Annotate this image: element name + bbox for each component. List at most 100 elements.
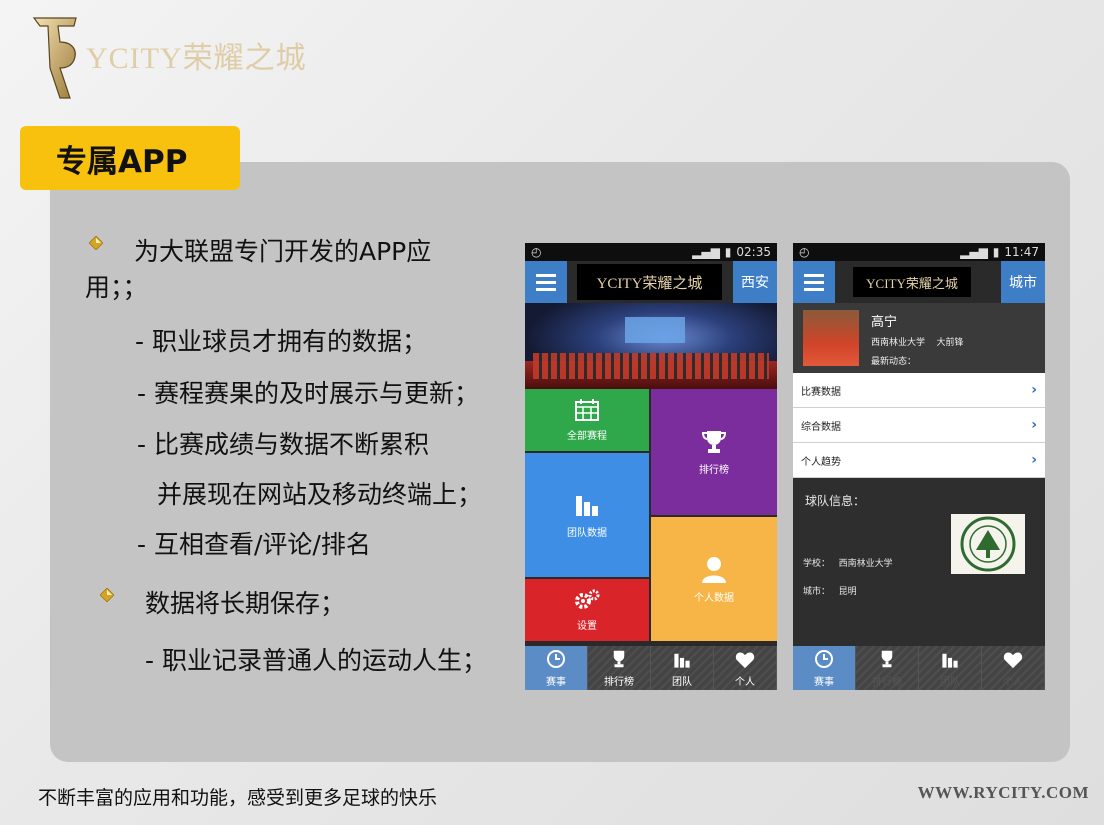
phone-screenshot-home: ◴ ▂▄▆ ▮ 02:35 YCITY荣耀之城 西安 全部赛程 排行榜 团队数据 个… — [525, 243, 777, 690]
app-header: YCITY荣耀之城 西安 — [525, 261, 777, 303]
header-logo: YCITY荣耀之城 — [577, 264, 722, 300]
tile-label: 团队数据 — [567, 527, 607, 539]
clock-time: 02:35 — [736, 245, 771, 259]
header-logo: YCITY荣耀之城 — [853, 267, 971, 297]
team-info-label: 球队信息： — [805, 494, 866, 508]
bar-chart-icon — [576, 495, 598, 516]
app-status-icon: ◴ — [799, 245, 810, 259]
tab-label: 团队 — [940, 677, 960, 688]
tab-ranking[interactable]: 排行榜 — [856, 646, 919, 690]
diamond-bullet-icon — [100, 588, 114, 602]
trophy-icon — [613, 650, 625, 668]
tab-personal[interactable]: 个人 — [714, 646, 777, 690]
tab-matches[interactable]: 赛事 — [525, 646, 588, 690]
tile-grid: 全部赛程 排行榜 团队数据 个人数据 设置 — [525, 389, 777, 646]
menu-button[interactable] — [525, 261, 567, 303]
status-bar: ◴ ▂▄▆ ▮ 02:35 — [525, 243, 777, 261]
bullet2: 数据将长期保存； — [145, 589, 346, 618]
menu-button[interactable] — [793, 261, 835, 303]
logo-text: YCITY荣耀之城 — [86, 42, 307, 75]
tile-personal-data[interactable]: 个人数据 — [651, 517, 777, 641]
sub-item-3-cont: 并展现在网站及移动终端上； — [157, 480, 483, 509]
tab-label: 排行榜 — [872, 677, 902, 688]
player-position: 大前锋 — [936, 338, 964, 348]
player-name: 高宁 — [871, 315, 898, 330]
bullet1-line2: 用；； — [85, 273, 148, 302]
chevron-right-icon: › — [1031, 452, 1037, 468]
tab-personal[interactable]: 个人 — [982, 646, 1045, 690]
city-value: 昆明 — [838, 587, 857, 597]
logo-mark-icon — [32, 17, 77, 99]
sub-item-3: - 比赛成绩与数据不断累积 — [137, 430, 429, 459]
diamond-bullet-icon — [89, 236, 103, 250]
event-banner-image — [525, 303, 777, 389]
gears-icon — [575, 589, 600, 609]
player-school: 西南林业大学 — [871, 338, 926, 348]
link-label: 综合数据 — [801, 421, 841, 433]
chevron-right-icon: › — [1031, 417, 1037, 433]
tile-label: 设置 — [577, 620, 597, 632]
tile-settings[interactable]: 设置 — [525, 579, 649, 641]
tab-label: 赛事 — [546, 677, 566, 688]
sub-item-2: - 赛程赛果的及时展示与更新； — [137, 379, 479, 408]
tile-ranking[interactable]: 排行榜 — [651, 389, 777, 515]
footer-website: WWW.RYCITY.COM — [917, 783, 1089, 802]
tab-team[interactable]: 团队 — [651, 646, 714, 690]
clock-icon — [815, 650, 833, 668]
school-row: 学校： 西南林业大学 — [803, 556, 893, 569]
bottom-tab-bar: 赛事 排行榜 团队 个人 — [525, 646, 777, 690]
city-row: 城市： 昆明 — [803, 584, 857, 597]
bar-chart-icon — [674, 653, 690, 668]
latest-label: 最新动态： — [871, 357, 917, 367]
school-value: 西南林业大学 — [838, 559, 893, 569]
phone-screenshot-profile: ◴ ▂▄▆ ▮ 11:47 YCITY荣耀之城 城市 高宁 西南林业大学 大前锋 最… — [793, 243, 1045, 690]
school-label: 学校： — [803, 559, 831, 569]
chevron-right-icon: › — [1031, 382, 1037, 398]
footer-tagline: 不断丰富的应用和功能，感受到更多足球的快乐 — [38, 787, 438, 809]
bar-chart-icon — [942, 653, 958, 668]
sub-item-1: - 职业球员才拥有的数据； — [135, 327, 427, 356]
tab-label: 团队 — [672, 677, 692, 688]
school-emblem-icon — [960, 516, 1016, 572]
team-info: 球队信息： 学校： 西南林业大学 城市： 昆明 — [793, 478, 1045, 652]
tile-team-data[interactable]: 团队数据 — [525, 453, 649, 577]
bottom-tab-bar: 赛事 排行榜 团队 个人 — [793, 646, 1045, 690]
clock-icon — [547, 650, 565, 668]
tab-label: 排行榜 — [604, 677, 634, 688]
player-meta: 西南林业大学 大前锋 — [871, 335, 963, 348]
section-tag: 专属APP — [20, 126, 240, 190]
tab-ranking[interactable]: 排行榜 — [588, 646, 651, 690]
app-status-icon: ◴ — [531, 245, 542, 259]
avatar — [803, 310, 859, 366]
status-bar: ◴ ▂▄▆ ▮ 11:47 — [793, 243, 1045, 261]
calendar-icon — [575, 398, 599, 421]
link-personal-trend[interactable]: 个人趋势 › — [793, 443, 1045, 478]
tile-label: 个人数据 — [694, 592, 734, 604]
user-icon — [702, 556, 726, 583]
link-match-data[interactable]: 比赛数据 › — [793, 373, 1045, 408]
school-emblem — [951, 514, 1025, 574]
tab-label: 个人 — [1003, 677, 1023, 688]
heart-icon — [1003, 652, 1023, 669]
brand-logo: YCITY荣耀之城 — [30, 12, 307, 104]
city-button[interactable]: 西安 — [733, 261, 777, 303]
bullet1-line1: 为大联盟专门开发的APP应 — [134, 237, 432, 266]
app-header: YCITY荣耀之城 城市 — [793, 261, 1045, 303]
tab-label: 个人 — [735, 677, 755, 688]
tab-team[interactable]: 团队 — [919, 646, 982, 690]
player-profile: 高宁 西南林业大学 大前锋 最新动态： — [793, 303, 1045, 373]
link-label: 个人趋势 — [801, 456, 841, 468]
tile-all-matches[interactable]: 全部赛程 — [525, 389, 649, 451]
tab-matches[interactable]: 赛事 — [793, 646, 856, 690]
sub-item-5: - 职业记录普通人的运动人生； — [145, 646, 487, 675]
link-overall-data[interactable]: 综合数据 › — [793, 408, 1045, 443]
battery-icon: ▮ — [992, 245, 1000, 259]
city-button[interactable]: 城市 — [1001, 261, 1045, 303]
signal-icon: ▂▄▆ — [960, 245, 988, 259]
tile-label: 全部赛程 — [567, 430, 607, 442]
trophy-icon — [702, 430, 726, 453]
city-label: 城市： — [803, 587, 831, 597]
battery-icon: ▮ — [724, 245, 732, 259]
clock-time: 11:47 — [1004, 245, 1039, 259]
link-label: 比赛数据 — [801, 386, 841, 398]
